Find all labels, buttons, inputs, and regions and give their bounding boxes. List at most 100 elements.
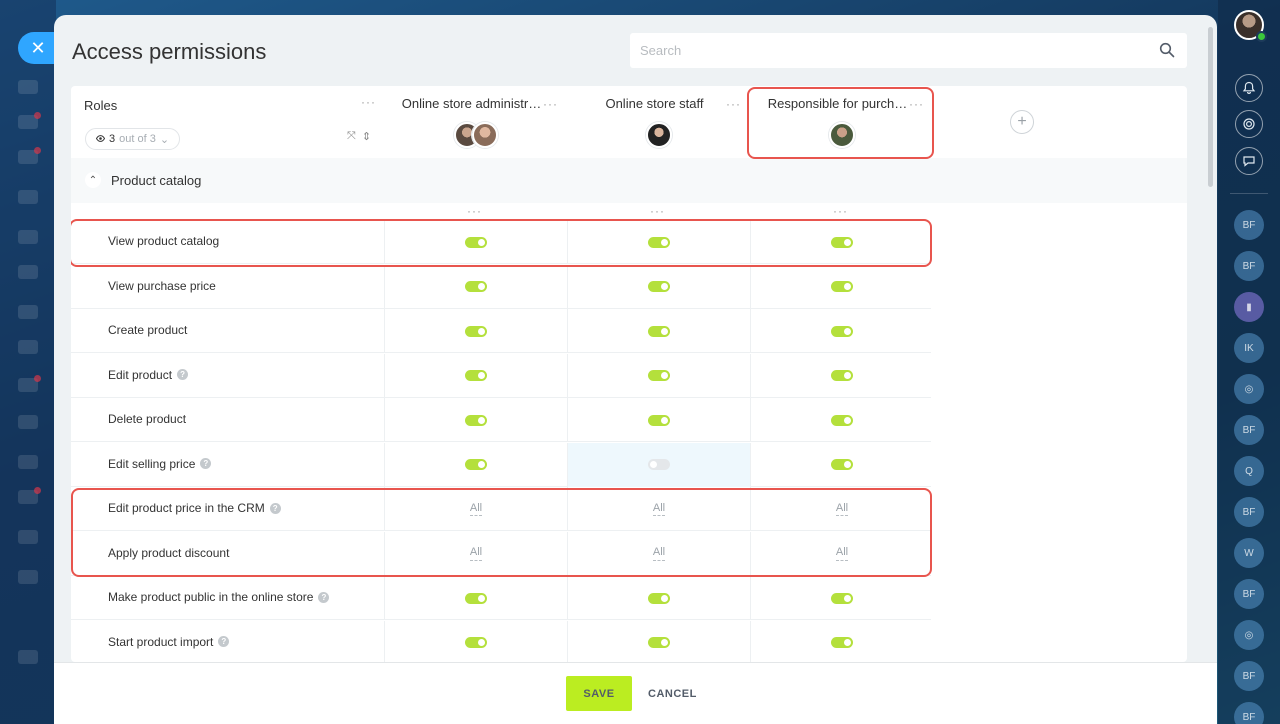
access-level-selector[interactable]: All [652,502,666,517]
column-title[interactable]: Online store administr… [384,96,567,111]
chat-bubble[interactable]: Q [1234,456,1264,486]
copilot-icon[interactable] [1235,110,1263,138]
scrollbar[interactable] [1208,27,1213,187]
chat-bubble[interactable]: BF [1234,702,1264,724]
permission-toggle-on[interactable] [648,325,670,337]
search-box[interactable] [630,33,1187,68]
permission-toggle-on[interactable] [831,325,853,337]
access-level-selector[interactable]: All [835,546,849,561]
chat-bubble[interactable]: ▮ [1234,292,1264,322]
search-input[interactable] [640,43,1159,58]
permission-toggle-on[interactable] [648,370,670,381]
permission-cell [567,442,750,487]
status-indicator [1256,31,1267,42]
column-header[interactable]: Online store staff ··· [567,86,750,158]
chat-bubble[interactable]: BF [1234,415,1264,445]
chat-bubble[interactable]: ◎ [1234,374,1264,404]
help-icon[interactable]: ? [177,369,189,380]
permission-toggle-on[interactable] [465,592,487,604]
role-members[interactable] [750,122,933,148]
role-members[interactable] [567,122,750,148]
column-title[interactable]: Online store staff [567,96,750,111]
permission-toggle-on[interactable] [831,281,853,292]
chat-bubble[interactable]: ◎ [1234,620,1264,650]
chat-bubble[interactable]: W [1234,538,1264,568]
section-header[interactable]: ⌃ Product catalog [71,158,1187,203]
chat-bubble[interactable]: BF [1234,579,1264,609]
permission-name: Create product [108,323,188,337]
permission-toggle-off[interactable] [648,459,670,470]
more-icon[interactable]: ··· [543,98,558,110]
filter-count: 3 [109,133,116,145]
help-icon[interactable]: ? [269,502,281,514]
permission-toggle-on[interactable] [831,637,853,648]
column-header[interactable]: Responsible for purch… ··· [750,86,933,158]
permission-toggle-on[interactable] [465,325,487,337]
permission-toggle-on[interactable] [465,414,487,426]
nav-icon [18,112,41,129]
column-title[interactable]: Responsible for purch… [750,96,933,111]
save-button[interactable]: SAVE [566,676,632,711]
permission-cell [384,309,567,353]
cancel-button[interactable]: CANCEL [642,676,703,711]
access-level-selector[interactable]: All [469,546,483,561]
permission-toggle-on[interactable] [465,281,487,292]
bell-icon[interactable] [1235,74,1263,102]
permission-toggle-on[interactable] [465,637,487,648]
chat-bubble[interactable]: BF [1234,497,1264,527]
help-icon[interactable]: ? [200,458,212,469]
permission-label: View product catalog [108,234,219,248]
chevron-up-icon[interactable]: ⌃ [85,172,101,188]
permission-cell [384,220,567,264]
permission-label: Edit product price in the CRM? [108,501,281,515]
permission-cell: All [567,487,750,531]
nav-icon [18,265,38,279]
permission-toggle-on[interactable] [465,370,487,381]
more-icon[interactable]: ··· [726,98,741,110]
permission-name: Edit product price in the CRM [108,501,265,515]
role-members[interactable] [384,122,567,148]
chat-bubble[interactable]: BF [1234,210,1264,240]
chevron-down-icon: ⌄ [159,133,170,146]
help-icon[interactable]: ? [218,636,230,647]
permission-toggle-on[interactable] [831,592,853,604]
permission-toggle-on[interactable] [831,459,853,470]
chat-bubble[interactable]: IK [1234,333,1264,363]
permission-toggle-on[interactable] [831,236,853,248]
more-icon[interactable]: ··· [361,96,376,108]
permission-cell [750,264,933,309]
close-slider-button[interactable]: ✕ [18,32,58,64]
more-icon[interactable]: ··· [650,205,665,217]
permission-cell [750,309,933,353]
more-icon[interactable]: ··· [467,205,482,217]
permission-toggle-on[interactable] [831,370,853,381]
permission-toggle-on[interactable] [648,637,670,648]
more-icon[interactable]: ··· [833,205,848,217]
chat-bubble[interactable]: BF [1234,661,1264,691]
permission-cell [750,576,933,620]
column-header[interactable]: Online store administr… ··· [384,86,567,158]
add-role-button[interactable]: + [1010,110,1034,134]
permission-toggle-on[interactable] [465,459,487,470]
permission-cell [567,620,750,662]
permission-cell [750,620,933,662]
permission-toggle-on[interactable] [831,414,853,426]
chat-bubble[interactable]: BF [1234,251,1264,281]
help-icon[interactable]: ? [318,591,330,603]
permission-cell [384,353,567,398]
sort-icon[interactable]: ⇕ [362,130,371,143]
permission-toggle-on[interactable] [465,236,487,248]
collapse-icon[interactable]: ⤧ [347,130,356,143]
permission-toggle-on[interactable] [648,592,670,604]
access-level-selector[interactable]: All [835,502,849,517]
nav-icon [18,80,38,94]
access-level-selector[interactable]: All [652,546,666,561]
permission-toggle-on[interactable] [648,236,670,248]
access-level-selector[interactable]: All [469,502,483,517]
chat-icon[interactable] [1235,147,1263,175]
more-icon[interactable]: ··· [909,98,924,110]
permission-toggle-on[interactable] [648,414,670,426]
search-icon[interactable] [1159,42,1177,60]
role-filter[interactable]: 3 out of 3 ⌄ [85,128,181,150]
permission-toggle-on[interactable] [648,281,670,292]
